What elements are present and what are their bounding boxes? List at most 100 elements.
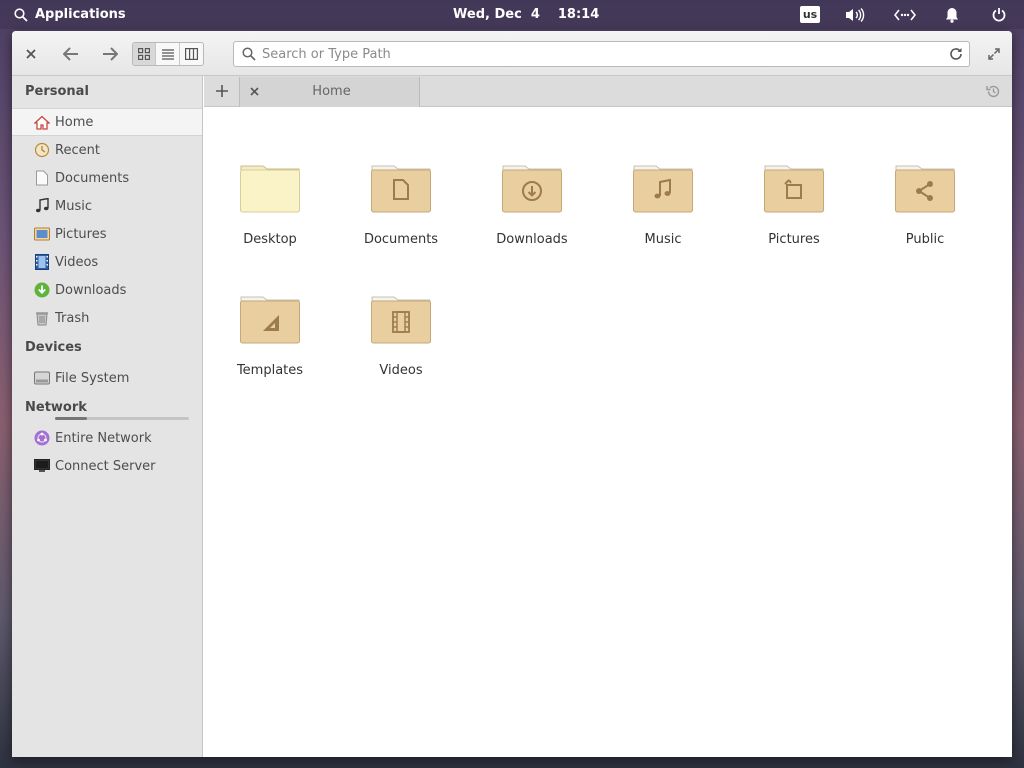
sidebar-item-label: Recent: [55, 142, 100, 158]
folder-downloads[interactable]: Downloads: [477, 162, 587, 272]
document-icon: [34, 170, 50, 186]
sidebar-item-recent[interactable]: Recent: [12, 136, 202, 164]
tab-title: Home: [312, 84, 351, 99]
keyboard-layout-badge: us: [799, 6, 821, 23]
reload-icon[interactable]: [949, 47, 963, 61]
sidebar-item-videos[interactable]: Videos: [12, 248, 202, 276]
list-view-button[interactable]: [156, 43, 180, 65]
network-indicator[interactable]: [892, 0, 918, 29]
folder-videos[interactable]: Videos: [346, 293, 456, 403]
sidebar-item-label: Connect Server: [55, 458, 156, 474]
server-icon: [34, 458, 50, 474]
sidebar-item-trash[interactable]: Trash: [12, 304, 202, 332]
date-label: Wed, Dec 4: [453, 7, 540, 22]
videos-folder-icon: [371, 296, 431, 344]
sound-indicator[interactable]: [843, 0, 867, 29]
public-folder-icon: [895, 165, 955, 213]
icon-view: Desktop Documents Downloads Music Pictur…: [204, 107, 1012, 757]
folder-public[interactable]: Public: [870, 162, 980, 272]
forward-button[interactable]: [99, 31, 121, 76]
music-icon: [34, 198, 50, 214]
network-icon: [34, 430, 50, 446]
arrow-left-icon: [63, 46, 78, 61]
recent-icon: [34, 142, 50, 158]
music-folder-icon: [633, 165, 693, 213]
videos-icon: [34, 254, 50, 270]
folder-name: Desktop: [243, 232, 297, 247]
search-icon: [242, 47, 256, 61]
closed-tabs-button[interactable]: [984, 76, 1002, 106]
desktop-folder-icon: [240, 165, 300, 213]
sidebar-item-connect-server[interactable]: Connect Server: [12, 452, 202, 480]
folder-name: Public: [905, 232, 945, 247]
arrow-right-icon: [103, 46, 118, 61]
notifications-indicator[interactable]: [942, 0, 962, 29]
columns-icon: [184, 48, 198, 60]
sidebar-item-label: Pictures: [55, 226, 107, 242]
sidebar-item-home[interactable]: Home: [12, 108, 202, 136]
downloads-folder-icon: [502, 165, 562, 213]
file-system-usage-bar: [55, 417, 189, 420]
pictures-folder-icon: [764, 165, 824, 213]
folder-documents[interactable]: Documents: [346, 162, 456, 272]
bell-icon: [946, 7, 958, 23]
folder-desktop[interactable]: Desktop: [215, 162, 325, 272]
sidebar-header-devices: Devices: [25, 340, 82, 355]
column-view-button[interactable]: [180, 43, 203, 65]
home-icon: [34, 115, 50, 131]
sidebar-item-documents[interactable]: Documents: [12, 164, 202, 192]
folder-music[interactable]: Music: [608, 162, 718, 272]
back-button[interactable]: [60, 31, 82, 76]
session-indicator[interactable]: [989, 0, 1009, 29]
sidebar-item-label: Music: [55, 198, 92, 214]
folder-pictures[interactable]: Pictures: [739, 162, 849, 272]
volume-icon: [846, 7, 865, 22]
folder-name: Music: [644, 232, 682, 247]
list-icon: [161, 48, 174, 60]
sidebar-item-entire-network[interactable]: Entire Network: [12, 424, 202, 452]
grid-icon: [138, 48, 151, 60]
documents-folder-icon: [371, 165, 431, 213]
maximize-icon: [988, 47, 1000, 60]
view-switcher: [132, 42, 204, 66]
plus-icon: [216, 85, 228, 97]
folder-name: Documents: [363, 232, 439, 247]
datetime-indicator[interactable]: Wed, Dec 4 18:14: [453, 0, 599, 29]
search-input[interactable]: [256, 43, 949, 65]
sidebar-item-music[interactable]: Music: [12, 192, 202, 220]
templates-folder-icon: [240, 296, 300, 344]
sidebar-item-label: Entire Network: [55, 430, 152, 446]
time-label: 18:14: [557, 7, 600, 22]
close-window-button[interactable]: [22, 31, 40, 76]
sidebar-header-network: Network: [25, 400, 87, 415]
network-wired-icon: [894, 9, 916, 20]
folder-name: Pictures: [768, 232, 820, 247]
tab-home[interactable]: Home: [239, 77, 420, 107]
folder-name: Downloads: [496, 232, 568, 247]
sidebar-item-file-system[interactable]: File System: [12, 364, 202, 392]
sidebar-item-label: File System: [55, 370, 130, 386]
location-bar: [233, 41, 970, 67]
sidebar-item-label: Downloads: [55, 282, 127, 298]
sidebar-item-label: Home: [55, 114, 94, 130]
applications-label: Applications: [35, 7, 126, 22]
file-manager-window: Personal Home Recent Documents Music Pic…: [12, 31, 1012, 757]
sidebar-item-downloads[interactable]: Downloads: [12, 276, 202, 304]
fullscreen-button[interactable]: [985, 31, 1003, 76]
pictures-icon: [34, 226, 50, 242]
trash-icon: [34, 310, 50, 326]
sidebar-item-label: Trash: [55, 310, 90, 326]
sidebar-header-personal: Personal: [25, 84, 89, 99]
folder-templates[interactable]: Templates: [215, 293, 325, 403]
sidebar-item-pictures[interactable]: Pictures: [12, 220, 202, 248]
keyboard-indicator[interactable]: us: [799, 0, 821, 29]
sidebar-item-label: Videos: [55, 254, 99, 270]
history-icon: [985, 85, 999, 97]
tab-bar: Home: [204, 76, 1012, 107]
applications-menu[interactable]: Applications: [14, 0, 126, 29]
folder-name: Videos: [379, 363, 423, 378]
new-tab-button[interactable]: [212, 76, 232, 106]
top-panel: Applications Wed, Dec 4 18:14 us: [0, 0, 1024, 29]
search-icon: [14, 7, 28, 22]
icon-view-button[interactable]: [133, 43, 157, 65]
